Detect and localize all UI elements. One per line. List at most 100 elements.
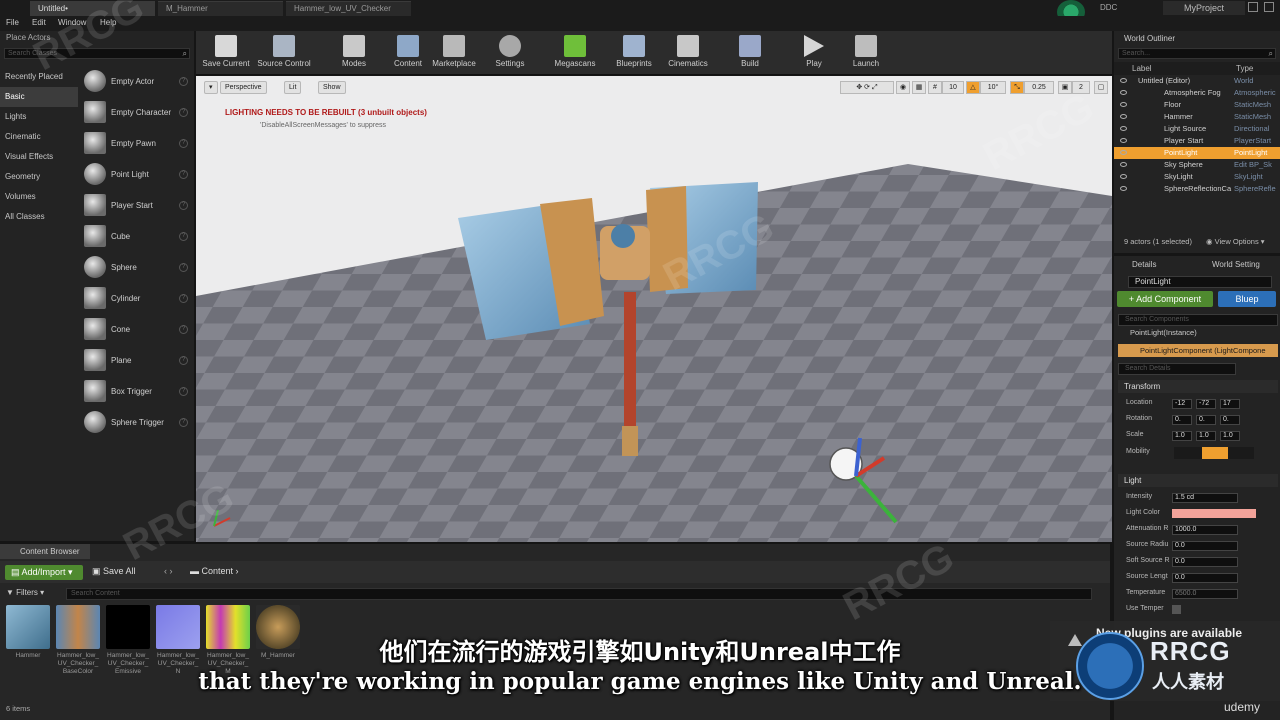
actor-empty-pawn[interactable]: Empty Pawn? (80, 129, 192, 160)
grid-snap-value[interactable]: 10 (942, 81, 964, 94)
actor-sphere-trigger[interactable]: Sphere Trigger? (80, 408, 192, 439)
close-icon[interactable] (1264, 2, 1274, 12)
eye-icon[interactable] (1120, 138, 1127, 143)
grid-snap-icon[interactable]: # (928, 81, 942, 94)
save-all-button[interactable]: ▣ Save All (92, 566, 136, 577)
scale-y[interactable]: 1.0 (1196, 431, 1216, 441)
actor-cone[interactable]: Cone? (80, 315, 192, 346)
column-type[interactable]: Type (1236, 64, 1253, 73)
outliner-row[interactable]: Hammer StaticMesh (1114, 111, 1280, 123)
location-z[interactable]: 17 (1220, 399, 1240, 409)
help-icon[interactable]: ? (179, 201, 188, 210)
maximize-viewport-icon[interactable]: ▢ (1094, 81, 1108, 94)
menu-edit[interactable]: Edit (32, 18, 46, 27)
help-icon[interactable]: ? (179, 263, 188, 272)
search-classes-input[interactable]: Search Classes ⌕ (4, 48, 190, 59)
outliner-row[interactable]: Sky Sphere Edit BP_Sk (1114, 159, 1280, 171)
outliner-row[interactable]: Untitled (Editor) World (1114, 75, 1280, 87)
save-current-button[interactable]: Save Current (202, 33, 250, 68)
viewport-options-button[interactable]: ▾ (204, 81, 218, 94)
actor-empty-character[interactable]: Empty Character? (80, 98, 192, 129)
perspective-button[interactable]: Perspective (220, 81, 267, 94)
eye-icon[interactable] (1120, 78, 1127, 83)
help-icon[interactable]: ? (179, 418, 188, 427)
location-x[interactable]: -12 (1172, 399, 1192, 409)
intensity-field[interactable]: 1.5 cd (1172, 493, 1238, 503)
help-icon[interactable]: ? (179, 77, 188, 86)
actor-player-start[interactable]: Player Start? (80, 191, 192, 222)
actor-point-light[interactable]: Point Light? (80, 160, 192, 191)
outliner-row[interactable]: Floor StaticMesh (1114, 99, 1280, 111)
outliner-row-selected[interactable]: PointLight PointLight (1114, 147, 1280, 159)
instance-row[interactable]: PointLight(Instance) (1130, 328, 1197, 337)
help-icon[interactable]: ? (179, 325, 188, 334)
scale-z[interactable]: 1.0 (1220, 431, 1240, 441)
tab-details[interactable]: Details (1132, 260, 1156, 269)
tab-m-hammer[interactable]: M_Hammer (158, 1, 283, 16)
level-viewport[interactable]: ▾ Perspective Lit Show ✥ ⟳ ⤢ ◉ ▦ # 10 △ … (196, 76, 1112, 542)
eye-icon[interactable] (1120, 102, 1127, 107)
outliner-row[interactable]: SphereReflectionCa SphereRefle (1114, 183, 1280, 195)
help-icon[interactable]: ? (179, 356, 188, 365)
content-button[interactable]: Content (388, 33, 428, 68)
menu-help[interactable]: Help (100, 18, 116, 27)
rotation-snap-value[interactable]: 10° (980, 81, 1006, 94)
build-button[interactable]: Build (732, 33, 768, 68)
view-options-button[interactable]: ◉ View Options ▾ (1206, 237, 1265, 246)
camera-speed-icon[interactable]: ▣ (1058, 81, 1072, 94)
rotation-label[interactable]: Rotation (1126, 415, 1152, 422)
actor-box-trigger[interactable]: Box Trigger? (80, 377, 192, 408)
help-icon[interactable]: ? (179, 170, 188, 179)
eye-icon[interactable] (1120, 174, 1127, 179)
eye-icon[interactable] (1120, 126, 1127, 131)
category-geometry[interactable]: Geometry (0, 167, 78, 187)
help-icon[interactable]: ? (179, 294, 188, 303)
attenuation-field[interactable]: 1000.0 (1172, 525, 1238, 535)
surface-snap-icon[interactable]: ▦ (912, 81, 926, 94)
category-visual-effects[interactable]: Visual Effects (0, 147, 78, 167)
back-forward-icon[interactable]: ‹ › (164, 566, 173, 576)
help-icon[interactable]: ? (179, 108, 188, 117)
actor-empty-actor[interactable]: Empty Actor? (80, 67, 192, 98)
source-control-button[interactable]: Source Control (256, 33, 312, 68)
soft-source-field[interactable]: 0.0 (1172, 557, 1238, 567)
search-details-input[interactable]: Search Details (1118, 363, 1236, 375)
rotation-x[interactable]: 0. (1172, 415, 1192, 425)
menu-file[interactable]: File (6, 18, 19, 27)
actor-plane[interactable]: Plane? (80, 346, 192, 377)
category-cinematic[interactable]: Cinematic (0, 127, 78, 147)
tab-hammer-uv[interactable]: Hammer_low_UV_Checker (286, 1, 411, 16)
show-button[interactable]: Show (318, 81, 346, 94)
transform-section[interactable]: Transform (1118, 380, 1278, 393)
blueprints-button[interactable]: Blueprints (614, 33, 654, 68)
use-temperature-checkbox[interactable] (1172, 605, 1181, 614)
light-color-swatch[interactable] (1172, 509, 1256, 518)
content-browser-tab[interactable]: Content Browser (0, 544, 90, 559)
scale-x[interactable]: 1.0 (1172, 431, 1192, 441)
cinematics-button[interactable]: Cinematics (666, 33, 710, 68)
content-search-input[interactable]: Search Content (66, 588, 1092, 600)
transform-mode-buttons[interactable]: ✥ ⟳ ⤢ (840, 81, 894, 94)
marketplace-button[interactable]: Marketplace (430, 33, 478, 68)
scale-label[interactable]: Scale (1126, 431, 1144, 438)
outliner-row[interactable]: Player Start PlayerStart (1114, 135, 1280, 147)
mobility-stationary[interactable] (1202, 447, 1228, 459)
category-volumes[interactable]: Volumes (0, 187, 78, 207)
filters-button[interactable]: ▼ Filters ▾ (6, 588, 44, 597)
actor-cube[interactable]: Cube? (80, 222, 192, 253)
rotation-z[interactable]: 0. (1220, 415, 1240, 425)
scale-snap-icon[interactable]: ⤡ (1010, 81, 1024, 94)
category-recently-placed[interactable]: Recently Placed (0, 67, 78, 87)
tab-untitled[interactable]: Untitled• (30, 1, 155, 16)
add-import-button[interactable]: ▤ Add/Import ▾ (5, 565, 83, 580)
camera-speed-value[interactable]: 2 (1072, 81, 1090, 94)
play-button[interactable]: Play (794, 33, 834, 68)
tab-world-settings[interactable]: World Setting (1212, 260, 1260, 269)
category-all-classes[interactable]: All Classes (0, 207, 78, 227)
breadcrumb[interactable]: ▬ Content › (190, 566, 239, 576)
outliner-row[interactable]: Light Source Directional (1114, 123, 1280, 135)
help-icon[interactable]: ? (179, 232, 188, 241)
outliner-row[interactable]: Atmospheric Fog Atmospheric (1114, 87, 1280, 99)
eye-icon[interactable] (1120, 162, 1127, 167)
eye-icon[interactable] (1120, 150, 1127, 155)
